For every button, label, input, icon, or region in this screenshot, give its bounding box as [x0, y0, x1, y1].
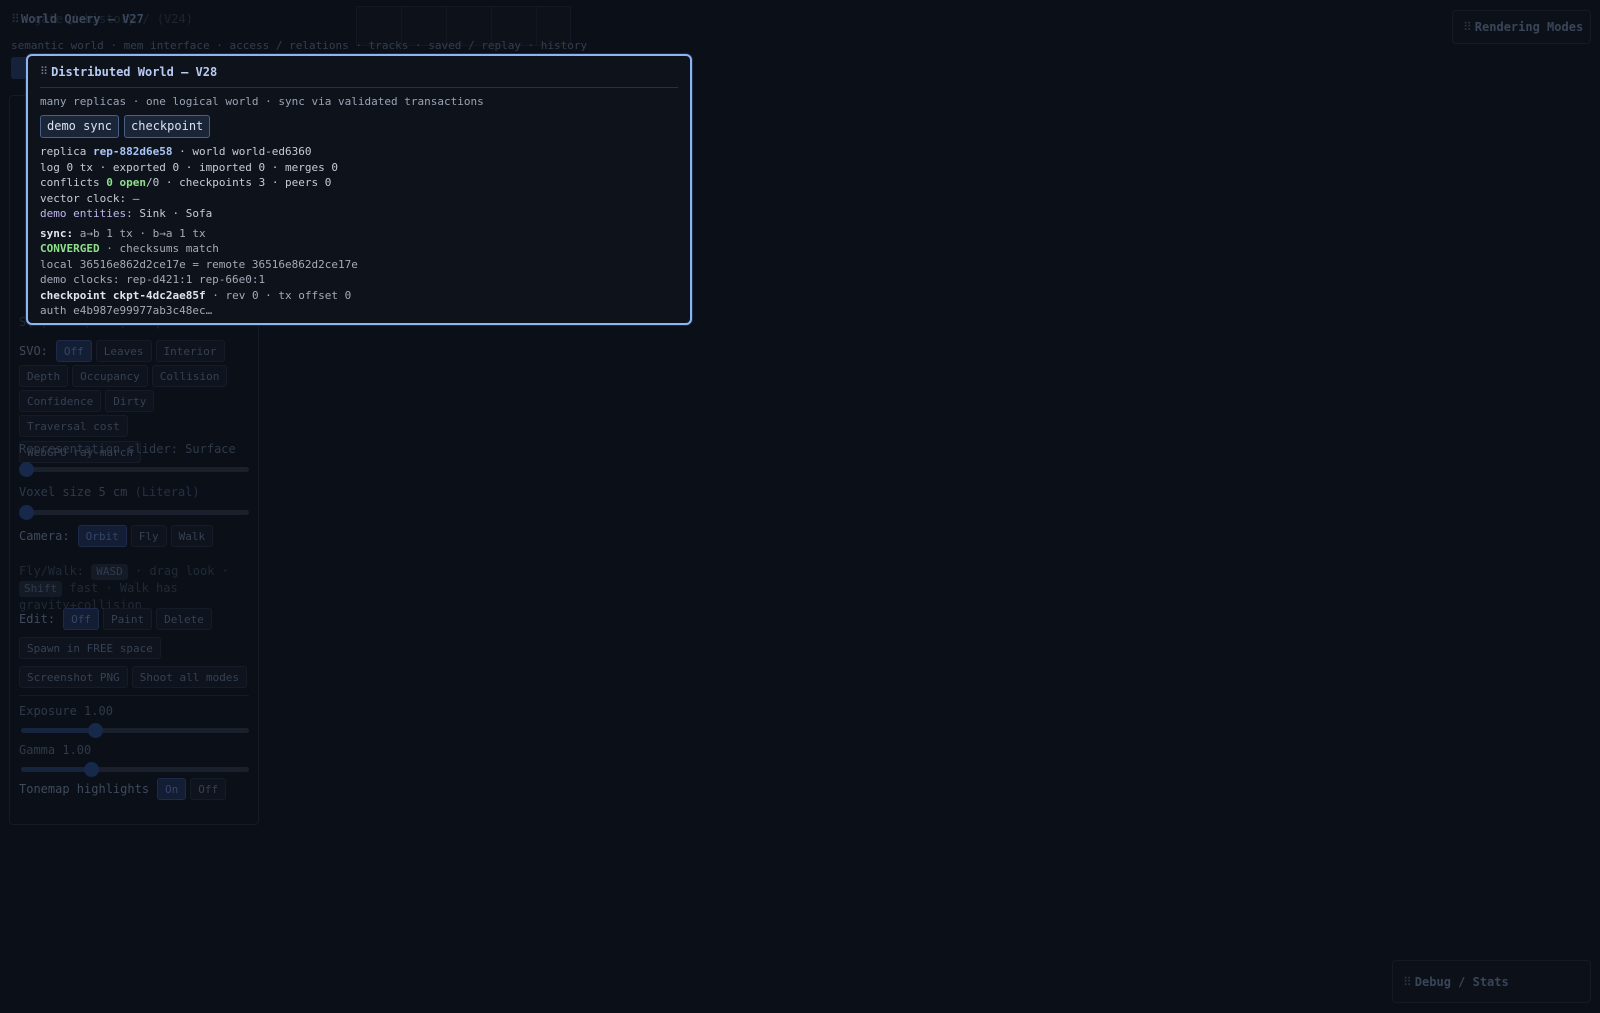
dialog-toolbar: demo sync checkpoint: [40, 115, 678, 138]
conflicts-open: 0 open: [106, 176, 146, 189]
voxel-size-label: Voxel size 5 cm (Literal): [19, 485, 200, 499]
drag-grip-icon[interactable]: ⠿: [1463, 20, 1472, 34]
wasd-key: WASD: [91, 564, 128, 580]
tonemap-off-button[interactable]: Off: [190, 778, 227, 800]
drag-grip-icon[interactable]: ⠿: [11, 12, 20, 26]
svo-dirty-button[interactable]: Dirty: [105, 390, 155, 412]
shift-key: Shift: [19, 581, 63, 597]
converged-badge: CONVERGED: [40, 242, 100, 255]
vector-clock: vector clock: —: [40, 191, 140, 205]
edit-paint-button[interactable]: Paint: [103, 608, 153, 630]
replica-line: replica rep-882d6e58 · world world-ed636…: [40, 145, 312, 158]
conflicts-line: conflicts 0 open/0 · checkpoints 3 · pee…: [40, 176, 332, 189]
sync-result: sync: a→b 1 tx · b→a 1 tx CONVERGED · ch…: [40, 226, 678, 319]
camera-orbit-button[interactable]: Orbit: [77, 525, 127, 547]
world-query-panel: ⠿ gate / history / (V24) World Query — V…: [6, 6, 587, 54]
debug-stats-panel[interactable]: ⠿ Debug / Stats: [1392, 960, 1591, 1003]
demo-entities: demo entities: Sink · Sofa: [40, 207, 213, 220]
gamma-label: Gamma 1.00: [19, 743, 92, 757]
svo-interior-button[interactable]: Interior: [155, 340, 225, 362]
edit-mode-group: Edit: Off Paint Delete: [19, 608, 249, 630]
auth-line: auth e4b987e99977ab3c48ec…: [40, 304, 213, 317]
app-root: ⠿ gate / history / (V24) World Query — V…: [0, 0, 1600, 1013]
demo-clocks: demo clocks: rep-d421:1 rep-66e0:1: [40, 273, 266, 286]
dialog-header[interactable]: ⠿ Distributed World — V28: [40, 56, 678, 88]
sync-line: sync: a→b 1 tx · b→a 1 tx: [40, 226, 206, 240]
section-divider: [19, 695, 249, 696]
edit-off-button[interactable]: Off: [63, 608, 99, 630]
world-query-tabs[interactable]: semantic world · mem interface · access …: [11, 39, 587, 52]
checkpoint-id: checkpoint ckpt-4dc2ae85f: [40, 288, 206, 302]
svo-off-button[interactable]: Off: [55, 340, 92, 362]
screenshot-png-button[interactable]: Screenshot PNG: [19, 666, 128, 688]
svo-mode-group: SVO: Off Leaves Interior: [19, 340, 249, 362]
rendering-modes-title: Rendering Modes: [1474, 20, 1584, 34]
svo-occupancy-button[interactable]: Occupancy: [72, 365, 148, 387]
dialog-subtitle: many replicas · one logical world · sync…: [40, 95, 484, 108]
edit-label: Edit:: [19, 612, 56, 626]
world-query-title: World Query — V27: [21, 12, 144, 26]
rendering-modes-panel[interactable]: ⠿ Rendering Modes: [1452, 10, 1591, 44]
converged-line: CONVERGED · checksums match: [40, 242, 219, 255]
representation-slider[interactable]: [19, 462, 249, 477]
tonemap-label: Tonemap highlights: [19, 782, 150, 796]
flywalk-help: Fly/Walk: WASD · drag look · Shift fast …: [19, 564, 229, 612]
svo-leaves-button[interactable]: Leaves: [95, 340, 152, 362]
camera-mode-group: Camera: Orbit Fly Walk: [19, 525, 249, 547]
edit-delete-button[interactable]: Delete: [156, 608, 212, 630]
voxel-size-note: (Literal): [134, 485, 200, 499]
replica-info: replica rep-882d6e58 · world world-ed636…: [40, 144, 678, 222]
svo-label: SVO:: [19, 344, 48, 358]
svo-confidence-button[interactable]: Confidence: [19, 390, 102, 412]
checkpoint-line: checkpoint ckpt-4dc2ae85f · rev 0 · tx o…: [40, 288, 352, 302]
voxel-size-slider[interactable]: [19, 505, 249, 520]
svo-collision-button[interactable]: Collision: [151, 365, 228, 387]
svo-traversal-cost-button[interactable]: Traversal cost: [19, 415, 128, 437]
distributed-world-dialog: ⠿ Distributed World — V28 many replicas …: [26, 54, 692, 325]
tonemap-group: Tonemap highlights On Off: [19, 778, 249, 800]
log-stats: log 0 tx · exported 0 · imported 0 · mer…: [40, 160, 339, 174]
exposure-label: Exposure 1.00: [19, 704, 113, 718]
checkpoint-button[interactable]: checkpoint: [124, 115, 211, 138]
dialog-title: Distributed World — V28: [51, 64, 218, 79]
demo-sync-button[interactable]: demo sync: [40, 115, 120, 138]
replica-id: rep-882d6e58: [92, 145, 173, 158]
debug-stats-title: Debug / Stats: [1414, 974, 1509, 989]
representation-label: Representation slider: Surface: [19, 442, 236, 456]
exposure-slider[interactable]: [19, 723, 249, 738]
checksum-line: local 36516e862d2ce17e = remote 36516e86…: [40, 257, 358, 271]
svo-depth-button[interactable]: Depth: [19, 365, 69, 387]
camera-label: Camera:: [19, 529, 70, 543]
drag-grip-icon[interactable]: ⠿: [1403, 975, 1412, 989]
spawn-free-space-button[interactable]: Spawn in FREE space: [19, 637, 161, 659]
camera-walk-button[interactable]: Walk: [170, 525, 214, 547]
drag-grip-icon[interactable]: ⠿: [40, 65, 48, 78]
shoot-all-modes-button[interactable]: Shoot all modes: [131, 666, 248, 688]
tonemap-on-button[interactable]: On: [157, 778, 187, 800]
gamma-slider[interactable]: [19, 762, 249, 777]
camera-fly-button[interactable]: Fly: [130, 525, 167, 547]
